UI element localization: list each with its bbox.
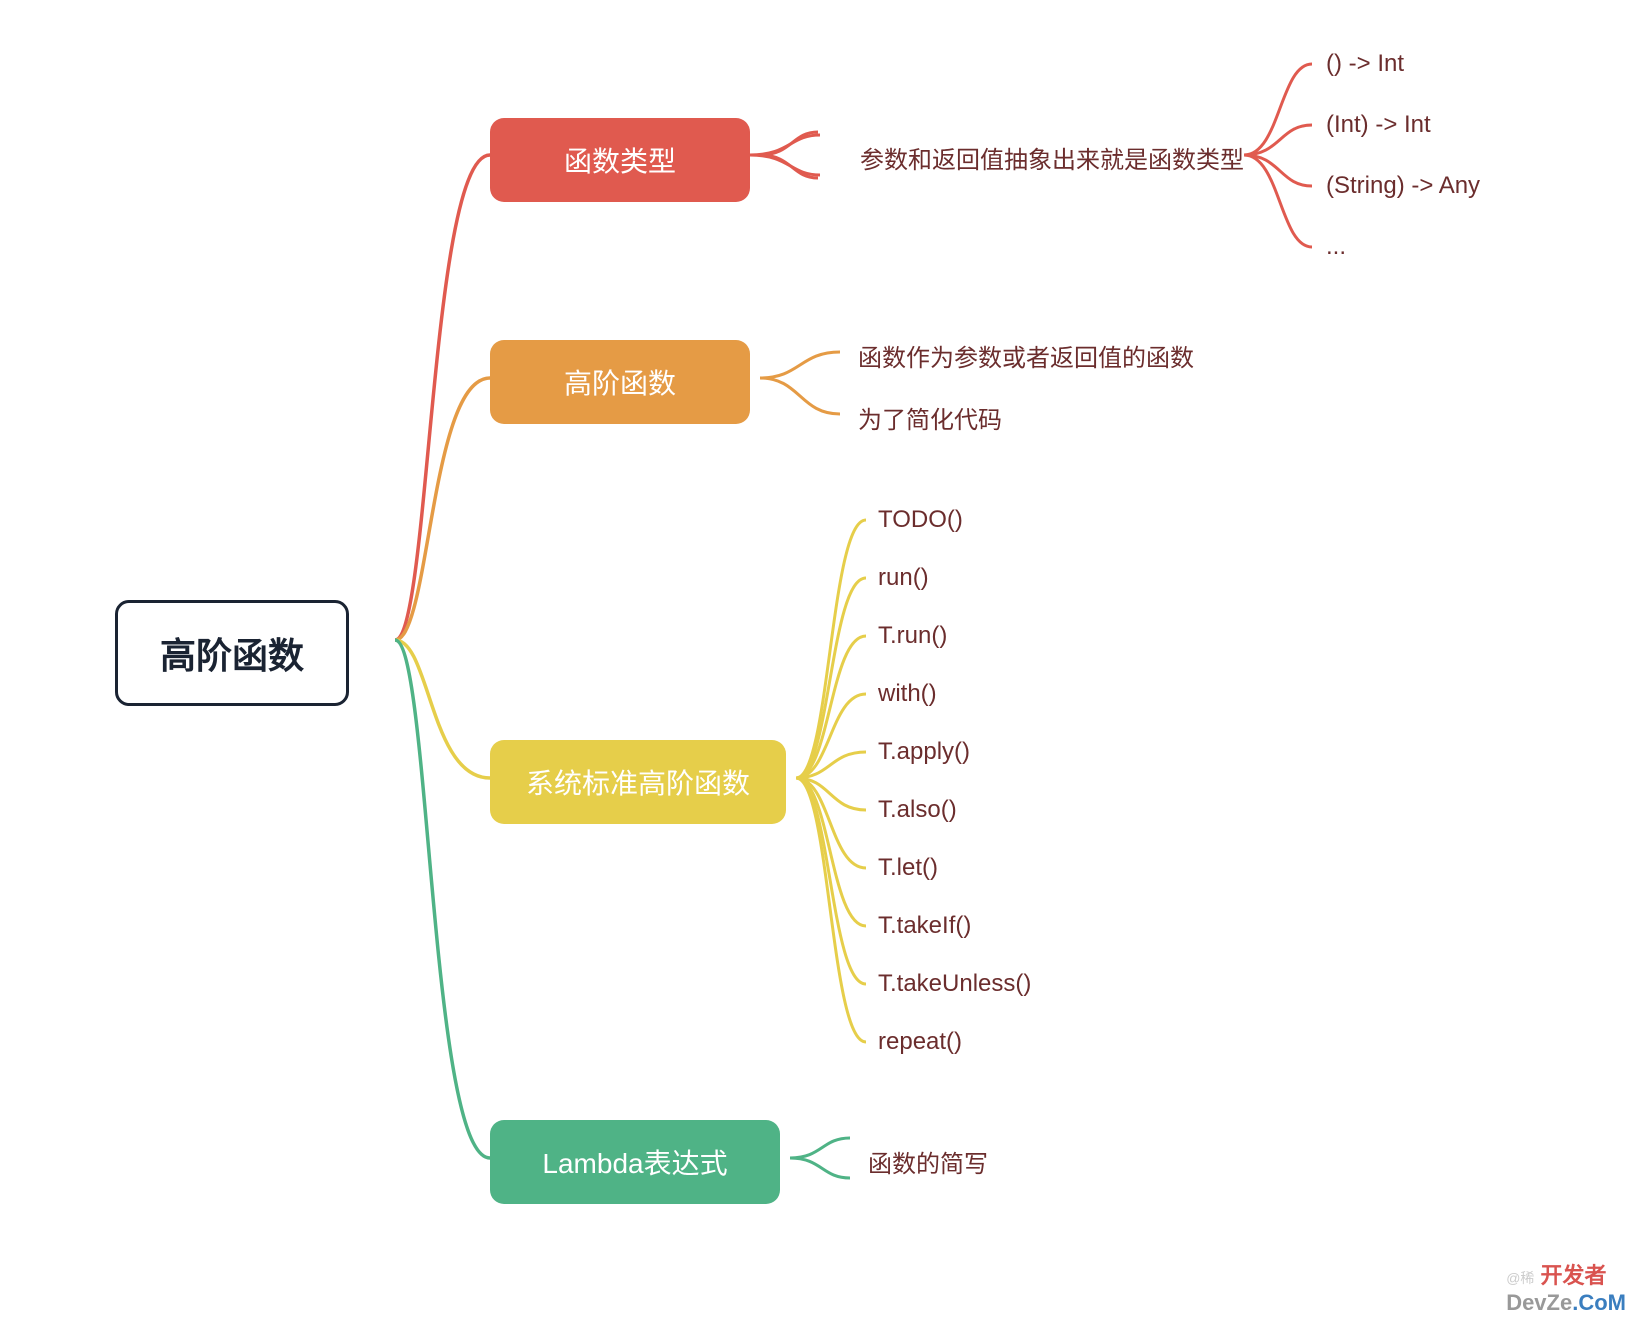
- cat-lambda-label: Lambda表达式: [542, 1148, 727, 1179]
- func-type-desc: 参数和返回值抽象出来就是函数类型: [860, 140, 1244, 175]
- higher-order-desc-1: 为了简化代码: [858, 400, 1002, 435]
- higher-order-desc-0: 函数作为参数或者返回值的函数: [858, 338, 1194, 373]
- func-type-child-0: () -> Int: [1326, 50, 1404, 78]
- std-child-7: T.takeIf(): [878, 912, 971, 940]
- cat-func-type-label: 函数类型: [564, 146, 676, 177]
- cat-lambda: Lambda表达式: [490, 1120, 780, 1204]
- func-type-child-2: (String) -> Any: [1326, 172, 1480, 200]
- watermark-p3: .CoM: [1572, 1290, 1626, 1315]
- std-child-6: T.let(): [878, 854, 938, 882]
- std-child-4: T.apply(): [878, 738, 970, 766]
- std-child-3: with(): [878, 680, 937, 708]
- std-child-9: repeat(): [878, 1028, 962, 1056]
- cat-func-type: 函数类型: [490, 118, 750, 202]
- lambda-desc: 函数的简写: [868, 1144, 988, 1179]
- cat-higher-order-label: 高阶函数: [564, 368, 676, 399]
- cat-std-higher-label: 系统标准高阶函数: [526, 768, 750, 799]
- watermark: @稀 开发者 DevZe.CoM: [1506, 1258, 1626, 1316]
- std-child-0: TODO(): [878, 506, 963, 534]
- root-node: 高阶函数: [115, 600, 349, 706]
- cat-higher-order: 高阶函数: [490, 340, 750, 424]
- func-type-child-3: ...: [1326, 233, 1346, 261]
- std-child-1: run(): [878, 564, 929, 592]
- watermark-p2: DevZe: [1506, 1290, 1572, 1315]
- root-label: 高阶函数: [160, 635, 304, 676]
- std-child-8: T.takeUnless(): [878, 970, 1031, 998]
- watermark-small: @稀: [1506, 1270, 1534, 1286]
- func-type-child-1: (Int) -> Int: [1326, 111, 1431, 139]
- cat-std-higher: 系统标准高阶函数: [490, 740, 786, 824]
- std-child-2: T.run(): [878, 622, 947, 650]
- watermark-p1: 开发者: [1541, 1263, 1607, 1288]
- std-child-5: T.also(): [878, 796, 957, 824]
